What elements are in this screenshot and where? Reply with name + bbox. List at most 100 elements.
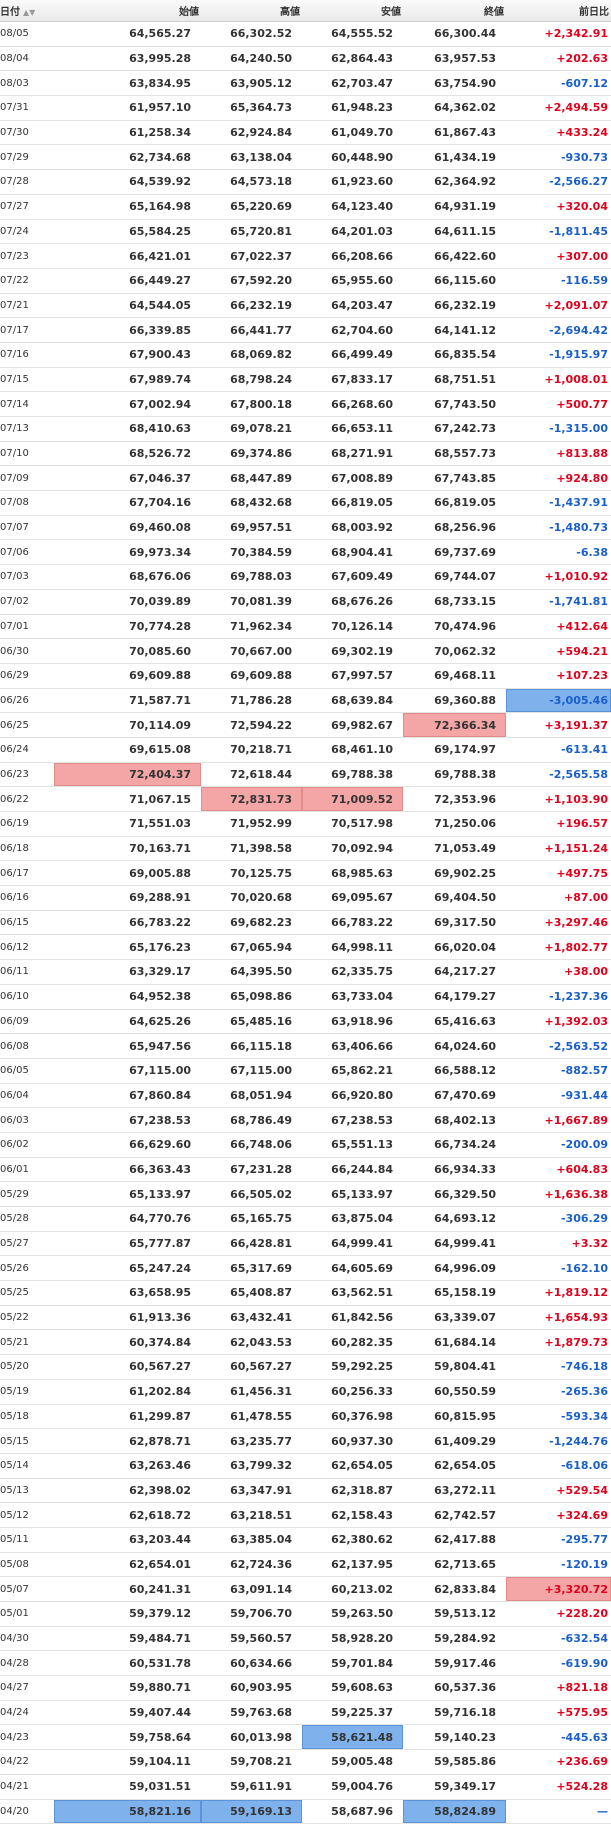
- cell-high: 71,398.58: [201, 836, 302, 862]
- cell-change: -593.34: [506, 1404, 611, 1430]
- cell-low: 71,009.52: [302, 786, 403, 812]
- cell-low: 59,225.37: [302, 1700, 403, 1726]
- cell-change: +524.28: [506, 1774, 611, 1800]
- cell-close: 59,716.18: [403, 1700, 506, 1726]
- cell-open: 66,363.43: [54, 1157, 201, 1183]
- column-header-close[interactable]: 終値: [403, 0, 506, 22]
- cell-change: +821.18: [506, 1675, 611, 1701]
- table-row: 06/26 71,587.71 71,786.28 68,639.84 69,360.8…: [0, 688, 611, 714]
- cell-high: 70,081.39: [201, 589, 302, 615]
- cell-high: 68,786.49: [201, 1107, 302, 1133]
- cell-open: 59,407.44: [54, 1700, 201, 1726]
- table-row: 04/27 59,880.71 60,903.95 59,608.63 60,537.3…: [0, 1675, 611, 1701]
- cell-open: 67,238.53: [54, 1107, 201, 1133]
- cell-date: 06/24: [0, 737, 54, 763]
- cell-date: 07/22: [0, 268, 54, 294]
- cell-change: -1,315.00: [506, 416, 611, 442]
- column-header-date[interactable]: 日付 ▲▼: [0, 0, 54, 22]
- cell-open: 67,046.37: [54, 465, 201, 492]
- cell-change: +2,342.91: [506, 21, 611, 47]
- cell-close: 64,693.12: [403, 1206, 506, 1232]
- cell-open: 61,258.34: [54, 120, 201, 146]
- table-row: 05/08 62,654.01 62,724.36 62,137.95 62,713.6…: [0, 1552, 611, 1578]
- cell-change: +196.57: [506, 811, 611, 837]
- column-header-open[interactable]: 始値: [54, 0, 201, 22]
- cell-change: -6.38: [506, 539, 611, 566]
- table-row: 07/22 66,449.27 67,592.20 65,955.60 66,115.6…: [0, 268, 611, 294]
- cell-change: -613.41: [506, 737, 611, 763]
- cell-low: 67,238.53: [302, 1107, 403, 1133]
- cell-close: 63,754.90: [403, 70, 506, 97]
- cell-low: 64,123.40: [302, 194, 403, 220]
- cell-open: 59,758.64: [54, 1724, 201, 1751]
- cell-change: -200.09: [506, 1132, 611, 1158]
- cell-open: 63,658.95: [54, 1280, 201, 1306]
- cell-low: 68,003.92: [302, 515, 403, 541]
- table-row: 07/08 67,704.16 68,432.68 66,819.05 66,819.0…: [0, 490, 611, 516]
- cell-close: 69,174.97: [403, 737, 506, 763]
- table-row: 05/29 65,133.97 66,505.02 65,133.97 66,329.5…: [0, 1181, 611, 1207]
- cell-low: 66,920.80: [302, 1083, 403, 1109]
- cell-close: 60,815.95: [403, 1404, 506, 1430]
- cell-open: 59,484.71: [54, 1626, 201, 1652]
- cell-change: -306.29: [506, 1206, 611, 1232]
- table-row: 06/30 70,085.60 70,667.00 69,302.19 70,062.3…: [0, 638, 611, 664]
- cell-date: 07/31: [0, 95, 54, 121]
- cell-close: 66,020.04: [403, 934, 506, 961]
- cell-date: 05/11: [0, 1527, 54, 1553]
- cell-high: 59,708.21: [201, 1749, 302, 1775]
- cell-date: 06/12: [0, 934, 54, 961]
- cell-open: 68,526.72: [54, 441, 201, 467]
- column-header-date-label: 日付: [0, 7, 20, 18]
- cell-close: 62,654.05: [403, 1453, 506, 1479]
- cell-date: 06/10: [0, 984, 54, 1010]
- cell-close: 61,434.19: [403, 144, 506, 171]
- cell-open: 59,379.12: [54, 1601, 201, 1627]
- table-row: 05/12 62,618.72 63,218.51 62,158.43 62,742.5…: [0, 1502, 611, 1528]
- table-row: 05/14 63,263.46 63,799.32 62,654.05 62,654.0…: [0, 1453, 611, 1479]
- cell-low: 62,380.62: [302, 1527, 403, 1553]
- table-row: 05/11 63,203.44 63,385.04 62,380.62 62,417.8…: [0, 1527, 611, 1553]
- column-header-low[interactable]: 安値: [302, 0, 403, 22]
- cell-close: 70,062.32: [403, 638, 506, 664]
- table-row: 05/27 65,777.87 66,428.81 64,999.41 64,999.4…: [0, 1231, 611, 1257]
- cell-change: +433.24: [506, 120, 611, 146]
- sort-arrows-icon[interactable]: ▲▼: [23, 8, 35, 17]
- cell-open: 67,989.74: [54, 367, 201, 393]
- cell-close: 66,835.54: [403, 342, 506, 368]
- table-row: 07/15 67,989.74 68,798.24 67,833.17 68,751.5…: [0, 367, 611, 393]
- cell-high: 60,567.27: [201, 1354, 302, 1380]
- cell-high: 63,799.32: [201, 1453, 302, 1479]
- cell-low: 69,302.19: [302, 638, 403, 664]
- cell-date: 07/17: [0, 317, 54, 343]
- cell-close: 64,217.27: [403, 959, 506, 985]
- cell-open: 62,654.01: [54, 1552, 201, 1578]
- column-header-high[interactable]: 高値: [201, 0, 302, 22]
- cell-date: 04/20: [0, 1799, 54, 1824]
- cell-date: 07/29: [0, 144, 54, 171]
- cell-high: 63,218.51: [201, 1502, 302, 1528]
- table-row: 07/29 62,734.68 63,138.04 60,448.90 61,434.1…: [0, 144, 611, 171]
- cell-close: 60,550.59: [403, 1379, 506, 1405]
- column-header-change[interactable]: 前日比: [506, 0, 611, 22]
- cell-change: +3.32: [506, 1231, 611, 1257]
- cell-close: 62,364.92: [403, 169, 506, 195]
- cell-close: 66,934.33: [403, 1157, 506, 1183]
- cell-change: +1,879.73: [506, 1329, 611, 1356]
- cell-date: 04/28: [0, 1650, 54, 1677]
- table-row: 06/02 66,629.60 66,748.06 65,551.13 66,734.2…: [0, 1132, 611, 1158]
- cell-change: -2,563.52: [506, 1033, 611, 1059]
- cell-date: 04/22: [0, 1749, 54, 1775]
- cell-change: +500.77: [506, 391, 611, 417]
- cell-high: 71,786.28: [201, 688, 302, 714]
- table-row: 06/23 72,404.37 72,618.44 69,788.38 69,788.3…: [0, 762, 611, 788]
- cell-low: 59,263.50: [302, 1601, 403, 1627]
- cell-change: +1,103.90: [506, 786, 611, 812]
- table-row: 04/24 59,407.44 59,763.68 59,225.37 59,716.1…: [0, 1700, 611, 1726]
- table-row: 06/15 66,783.22 69,682.23 66,783.22 69,317.5…: [0, 910, 611, 936]
- cell-low: 63,733.04: [302, 984, 403, 1010]
- cell-high: 62,924.84: [201, 120, 302, 146]
- cell-close: 61,684.14: [403, 1329, 506, 1356]
- cell-low: 62,318.87: [302, 1478, 403, 1504]
- cell-low: 64,998.11: [302, 934, 403, 961]
